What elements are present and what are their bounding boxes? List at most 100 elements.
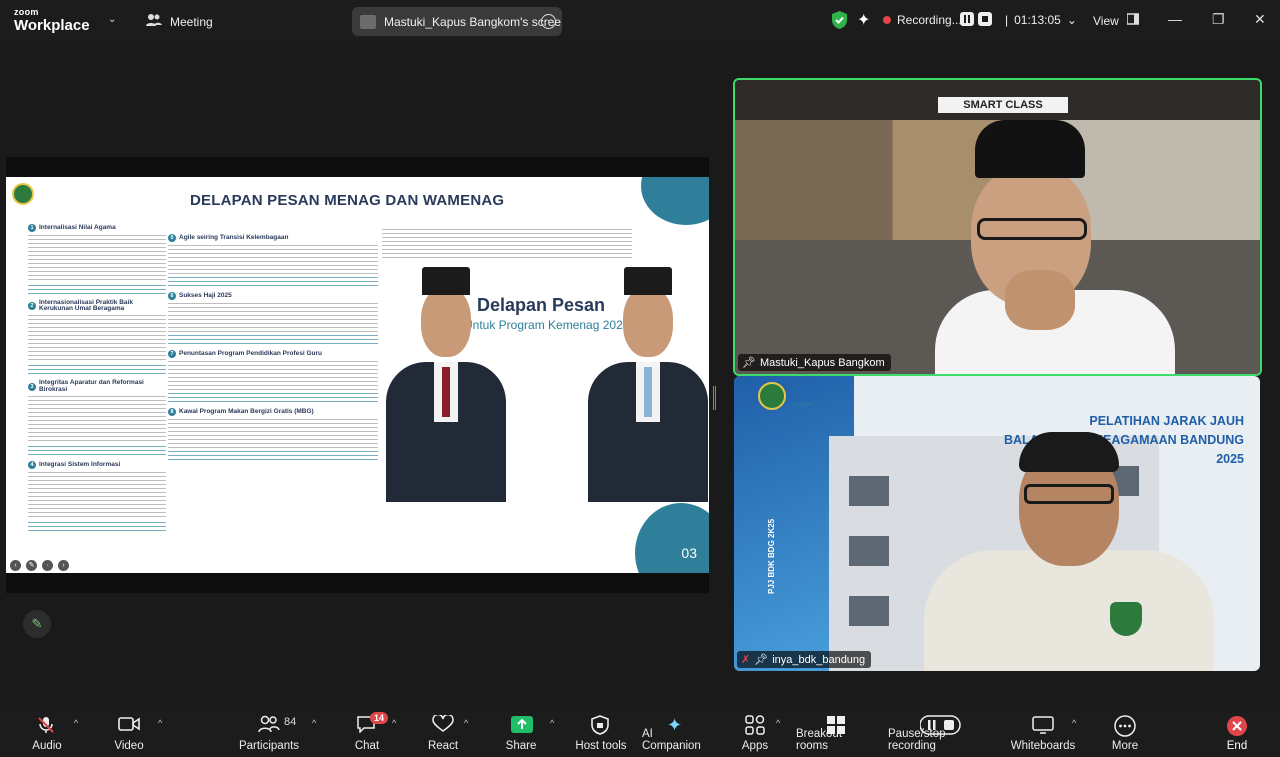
chevron-up-icon[interactable]: ^	[776, 718, 780, 728]
participants-count: 84	[284, 716, 297, 728]
section-heading-text: Penuntasan Program Pendidikan Profesi Gu…	[179, 349, 323, 357]
pen-icon[interactable]: ✎	[26, 560, 37, 571]
host-tools-button[interactable]: Host tools	[574, 706, 628, 757]
pause-stop-recording-button[interactable]: Pause/stop recording	[888, 706, 994, 757]
pause-recording-icon[interactable]	[960, 12, 974, 26]
meeting-label: Meeting	[170, 14, 213, 29]
kemenag-logo-icon	[12, 183, 34, 205]
share-screen-button[interactable]: Share	[504, 706, 538, 757]
ai-sparkle-icon[interactable]: ✦	[857, 10, 870, 30]
view-menu-button[interactable]: View	[1093, 13, 1140, 28]
zoom-logo[interactable]: zoom Workplace	[14, 8, 90, 34]
participant-name: inya_bdk_bandung	[772, 653, 866, 666]
mic-muted-icon: ✗	[741, 654, 751, 666]
timer-separator: |	[1005, 13, 1009, 27]
camera-icon	[118, 715, 140, 737]
minister-photo	[386, 267, 506, 502]
apps-button[interactable]: Apps	[740, 706, 770, 757]
slide-text-block	[28, 395, 166, 444]
shield-check-icon[interactable]	[832, 11, 847, 29]
section-number: 1	[28, 224, 36, 232]
pin-icon: 📌︎	[754, 654, 769, 666]
chevron-up-icon[interactable]: ^	[1072, 718, 1076, 728]
more-options-icon[interactable]: ···	[541, 14, 556, 29]
audio-button[interactable]: Audio	[28, 706, 66, 757]
chevron-up-icon[interactable]: ^	[550, 718, 554, 728]
slide-quote-block	[28, 285, 166, 295]
breakout-rooms-button[interactable]: Breakout rooms	[796, 706, 876, 757]
minimize-icon[interactable]: —	[1168, 11, 1182, 27]
participants-button[interactable]: 84 Participants	[238, 706, 300, 757]
ai-companion-button[interactable]: ✦ AI Companion	[642, 706, 714, 757]
chat-button[interactable]: 14 Chat	[352, 706, 389, 757]
section-heading-text: Internasionalisasi Praktik Baik Kerukuna…	[39, 299, 133, 313]
chat-label: Chat	[354, 740, 380, 752]
chevron-up-icon[interactable]: ^	[312, 718, 316, 728]
slide-column-left: 1 Internalisasi Nilai Agama 2 Internasional…	[28, 219, 166, 532]
slide-section-heading: 6 Sukses Haji 2025	[168, 292, 378, 300]
stop-recording-icon[interactable]	[978, 12, 992, 26]
slide-page-number: 03	[681, 545, 697, 561]
chevron-up-icon[interactable]: ^	[74, 718, 78, 728]
section-number: 3	[28, 382, 36, 391]
slide-text-block	[28, 471, 166, 520]
slide-quote-block	[28, 445, 166, 456]
top-bar: zoom Workplace ⌄ Meeting Mastuki_Kapus B…	[0, 0, 1280, 42]
section-number: 6	[168, 292, 176, 300]
whiteboards-label: Whiteboards	[1010, 740, 1076, 752]
banner-line: PELATIHAN JARAK JAUH	[1089, 414, 1244, 428]
end-label: End	[1226, 740, 1248, 752]
breakout-rooms-icon	[826, 715, 846, 739]
participant-name-tag: ✗ 📌︎ inya_bdk_bandung	[737, 651, 872, 668]
participant-video	[905, 120, 1205, 374]
chevron-up-icon[interactable]: ^	[158, 718, 162, 728]
more-label: More	[1111, 740, 1139, 752]
previous-slide-icon[interactable]: ‹	[10, 560, 21, 571]
slide-text-block	[168, 245, 378, 275]
end-meeting-button[interactable]: End	[1222, 706, 1252, 757]
split-resize-handle[interactable]	[713, 386, 716, 410]
meeting-timer[interactable]: | 01:13:05 ⌄	[1005, 13, 1077, 27]
slide-section-heading: 5 Agile seiring Transisi Kelembagaan	[168, 234, 378, 242]
restore-icon[interactable]: ❐	[1212, 11, 1225, 28]
people-icon	[146, 13, 162, 30]
chevron-down-icon[interactable]: ⌄	[108, 14, 116, 25]
host-tools-label: Host tools	[575, 740, 627, 752]
video-tile[interactable]: pusaka PJJ BDK BDG 2K25 PELATIHAN JARAK …	[734, 376, 1260, 671]
video-button[interactable]: Video	[110, 706, 148, 757]
slide-text-block	[28, 315, 166, 364]
close-icon[interactable]: ✕	[1254, 11, 1266, 28]
presentation-slide: DELAPAN PESAN MENAG DAN WAMENAG 1 Interna…	[6, 177, 709, 573]
more-icon[interactable]: ·	[42, 560, 53, 571]
share-screen-icon	[510, 715, 534, 739]
shared-screen[interactable]: DELAPAN PESAN MENAG DAN WAMENAG 1 Interna…	[6, 157, 709, 593]
meeting-info-button[interactable]: Meeting	[146, 13, 213, 30]
slide-quote-block	[168, 277, 378, 287]
react-button[interactable]: React	[426, 706, 460, 757]
chevron-up-icon[interactable]: ^	[464, 718, 468, 728]
section-number: 8	[168, 408, 176, 416]
slide-controls: ‹ ✎ · ›	[10, 560, 69, 571]
end-call-icon	[1226, 715, 1248, 741]
decorative-shape	[635, 503, 709, 573]
more-button[interactable]: More	[1110, 706, 1140, 757]
video-tile-active-speaker[interactable]: SMART CLASS 📌︎ Mastuki_Kapus Bangkom	[733, 78, 1262, 376]
recording-controls-icon	[919, 715, 962, 739]
next-slide-icon[interactable]: ›	[58, 560, 69, 571]
slide-section-heading: 8 Kawal Program Makan Bergizi Gratis (MBG…	[168, 408, 378, 416]
share-label: Share	[505, 740, 537, 752]
share-status-pill[interactable]: Mastuki_Kapus Bangkom's scree ···	[352, 7, 562, 36]
apps-icon	[745, 715, 765, 739]
share-title: Mastuki_Kapus Bangkom's scree	[384, 14, 562, 29]
annotate-pencil-icon[interactable]: ✎	[23, 610, 51, 638]
audio-label: Audio	[32, 740, 62, 752]
slide-section-heading: 1 Internalisasi Nilai Agama	[28, 224, 166, 232]
whiteboards-button[interactable]: Whiteboards	[1010, 706, 1076, 757]
vice-minister-photo	[588, 267, 708, 502]
slide-quote-block	[28, 365, 166, 376]
section-number: 5	[168, 234, 176, 242]
video-label: Video	[114, 740, 144, 752]
slide-title: DELAPAN PESAN MENAG DAN WAMENAG	[190, 192, 505, 209]
chat-unread-badge: 14	[370, 712, 389, 724]
chevron-up-icon[interactable]: ^	[392, 718, 396, 728]
